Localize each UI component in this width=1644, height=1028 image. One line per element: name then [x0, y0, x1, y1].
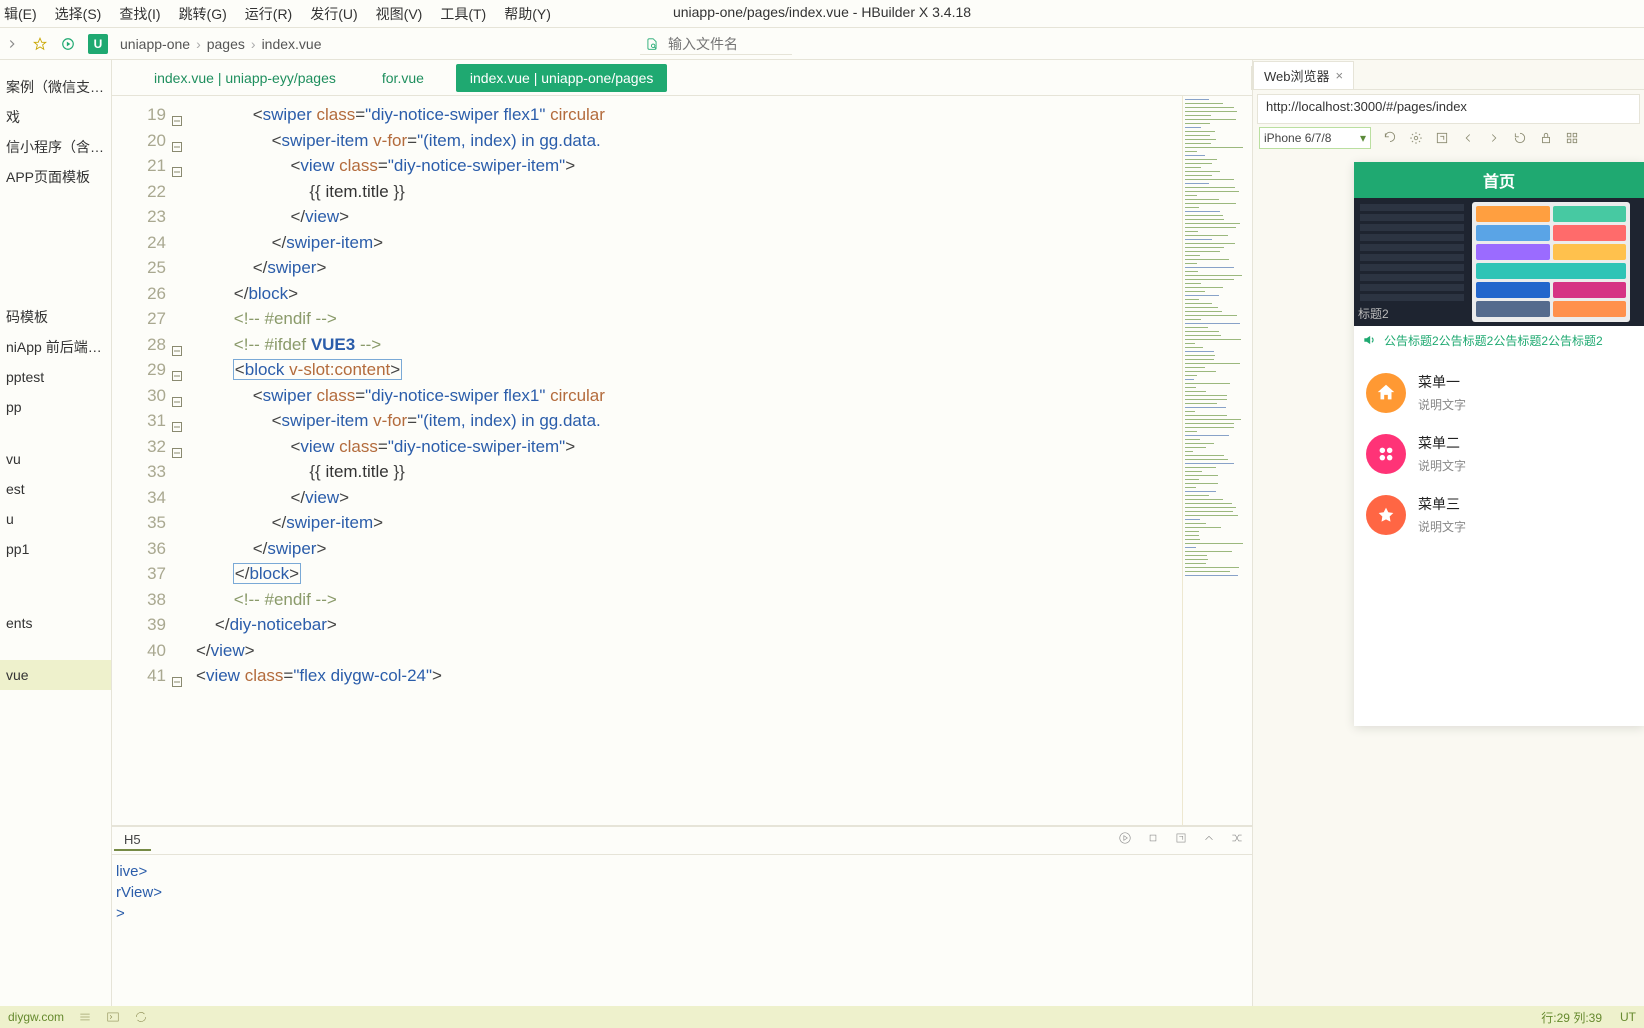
status-link[interactable]: diygw.com [8, 1010, 64, 1024]
forward-icon[interactable] [4, 36, 20, 52]
terminal-icon[interactable] [106, 1010, 120, 1024]
sidebar-item[interactable]: 码模板 [0, 302, 111, 332]
sidebar-item[interactable]: pp [0, 392, 111, 422]
menu-item[interactable]: 跳转(G) [179, 4, 227, 24]
preview-banner: 标题2 [1354, 198, 1644, 326]
window-title: uniapp-one/pages/index.vue - HBuilder X … [673, 4, 971, 20]
menu-item[interactable]: 选择(S) [55, 4, 102, 24]
speaker-icon [1362, 333, 1376, 347]
menu-item[interactable]: 视图(V) [376, 4, 423, 24]
preview-menu-item[interactable]: 菜单二说明文字 [1366, 423, 1632, 484]
tab-2[interactable]: index.vue | uniapp-one/pages [456, 64, 667, 92]
play-icon[interactable] [60, 36, 76, 52]
sidebar-item[interactable]: vu [0, 444, 111, 474]
sidebar-item[interactable]: pp1 [0, 534, 111, 564]
preview-menu-list: 菜单一说明文字 菜单二说明文字 菜单三说明文字 [1354, 354, 1644, 553]
lock-icon[interactable] [1539, 131, 1553, 145]
sidebar-item[interactable]: niApp 前后端开... [0, 332, 111, 362]
menu-item[interactable]: 发行(U) [310, 4, 357, 24]
menu-item[interactable]: 帮助(Y) [504, 4, 551, 24]
sidebar-item[interactable]: APP页面模板 [0, 162, 111, 192]
sidebar-item[interactable] [0, 422, 111, 444]
search-file-icon [644, 36, 660, 52]
browser-panel: Web浏览器 × http://localhost:3000/#/pages/i… [1252, 60, 1644, 1006]
close-icon[interactable]: × [1336, 68, 1344, 83]
tab-0[interactable]: index.vue | uniapp-eyy/pages [140, 64, 350, 92]
console-play-icon[interactable] [1118, 831, 1132, 845]
console: H5 live>rView>> [112, 826, 1252, 1006]
sidebar-item[interactable] [0, 192, 111, 214]
sidebar-item[interactable] [0, 586, 111, 608]
console-shuffle-icon[interactable] [1230, 831, 1244, 845]
list-icon[interactable] [78, 1010, 92, 1024]
sync-icon[interactable] [134, 1010, 148, 1024]
menu-item[interactable]: 查找(I) [119, 4, 160, 24]
gutter: 1920212223242526272829303132333435363738… [112, 96, 172, 825]
browser-toolbar: iPhone 6/7/8▾ [1253, 126, 1644, 154]
gear-icon[interactable] [1409, 131, 1423, 145]
preview-header: 首页 [1354, 162, 1644, 198]
sidebar-item[interactable]: vue [0, 660, 111, 690]
popout-icon[interactable] [1435, 131, 1449, 145]
sidebar-item[interactable] [0, 236, 111, 258]
star-icon[interactable] [32, 36, 48, 52]
sidebar-item[interactable] [0, 564, 111, 586]
sidebar-item[interactable] [0, 280, 111, 302]
sidebar-item[interactable] [0, 214, 111, 236]
sidebar-item[interactable]: 案例（微信支付、... [0, 72, 111, 102]
menu-item[interactable]: 运行(R) [245, 4, 292, 24]
sidebar-item[interactable]: u [0, 504, 111, 534]
sidebar-item[interactable]: pptest [0, 362, 111, 392]
toolbar: U uniapp-one› pages› index.vue [0, 28, 1644, 60]
breadcrumb-item[interactable]: index.vue [262, 36, 322, 52]
sidebar-item[interactable]: 戏 [0, 102, 111, 132]
console-external-icon[interactable] [1174, 831, 1188, 845]
sidebar: 案例（微信支付、...戏信小程序（含后端...APP页面模板码模板niApp 前… [0, 60, 112, 1006]
sidebar-item[interactable]: est [0, 474, 111, 504]
editor[interactable]: 1920212223242526272829303132333435363738… [112, 96, 1252, 826]
menu-item[interactable]: 辑(E) [4, 4, 37, 24]
console-actions [1118, 831, 1244, 845]
minimap[interactable] [1182, 96, 1252, 825]
menu-bar: 辑(E) 选择(S) 查找(I) 跳转(G) 运行(R) 发行(U) 视图(V)… [0, 0, 1644, 28]
preview-menu-item[interactable]: 菜单三说明文字 [1366, 484, 1632, 545]
file-search [640, 34, 792, 55]
sidebar-item[interactable] [0, 638, 111, 660]
breadcrumb: uniapp-one› pages› index.vue [120, 36, 322, 52]
console-stop-icon[interactable] [1146, 831, 1160, 845]
status-bar: diygw.com 行:29 列:39 UT [0, 1006, 1644, 1028]
breadcrumb-item[interactable]: uniapp-one [120, 36, 190, 52]
browser-tab[interactable]: Web浏览器 × [1253, 61, 1354, 89]
console-collapse-icon[interactable] [1202, 831, 1216, 845]
status-cursor: 行:29 列:39 [1541, 1009, 1602, 1026]
back-icon[interactable] [1461, 131, 1475, 145]
sidebar-item[interactable] [0, 258, 111, 280]
console-tab-h5[interactable]: H5 [114, 830, 151, 851]
tab-1[interactable]: for.vue [368, 64, 438, 92]
project-badge: U [88, 34, 108, 54]
breadcrumb-item[interactable]: pages [207, 36, 245, 52]
sidebar-item[interactable]: 信小程序（含后端... [0, 132, 111, 162]
banner-label: 标题2 [1358, 305, 1389, 322]
grid-icon[interactable] [1565, 131, 1579, 145]
menu-item[interactable]: 工具(T) [440, 4, 486, 24]
refresh-icon[interactable] [1383, 131, 1397, 145]
browser-url[interactable]: http://localhost:3000/#/pages/index [1257, 94, 1640, 124]
preview-menu-item[interactable]: 菜单一说明文字 [1366, 362, 1632, 423]
preview-notice: 公告标题2公告标题2公告标题2公告标题2 [1354, 326, 1644, 354]
file-search-input[interactable] [668, 36, 788, 52]
console-body: live>rView>> [112, 855, 1252, 1006]
editor-tabs: index.vue | uniapp-eyy/pages for.vue ind… [112, 60, 1252, 96]
forward-browser-icon[interactable] [1487, 131, 1501, 145]
phone-preview: 首页 标题2 公告标题2公告标题2公告标题2公告标题2 [1354, 162, 1644, 726]
device-select[interactable]: iPhone 6/7/8▾ [1259, 127, 1371, 149]
sidebar-item[interactable]: ents [0, 608, 111, 638]
code-area[interactable]: <swiper class="diy-notice-swiper flex1" … [172, 96, 1182, 825]
reload-icon[interactable] [1513, 131, 1527, 145]
status-encoding: UT [1620, 1010, 1636, 1024]
